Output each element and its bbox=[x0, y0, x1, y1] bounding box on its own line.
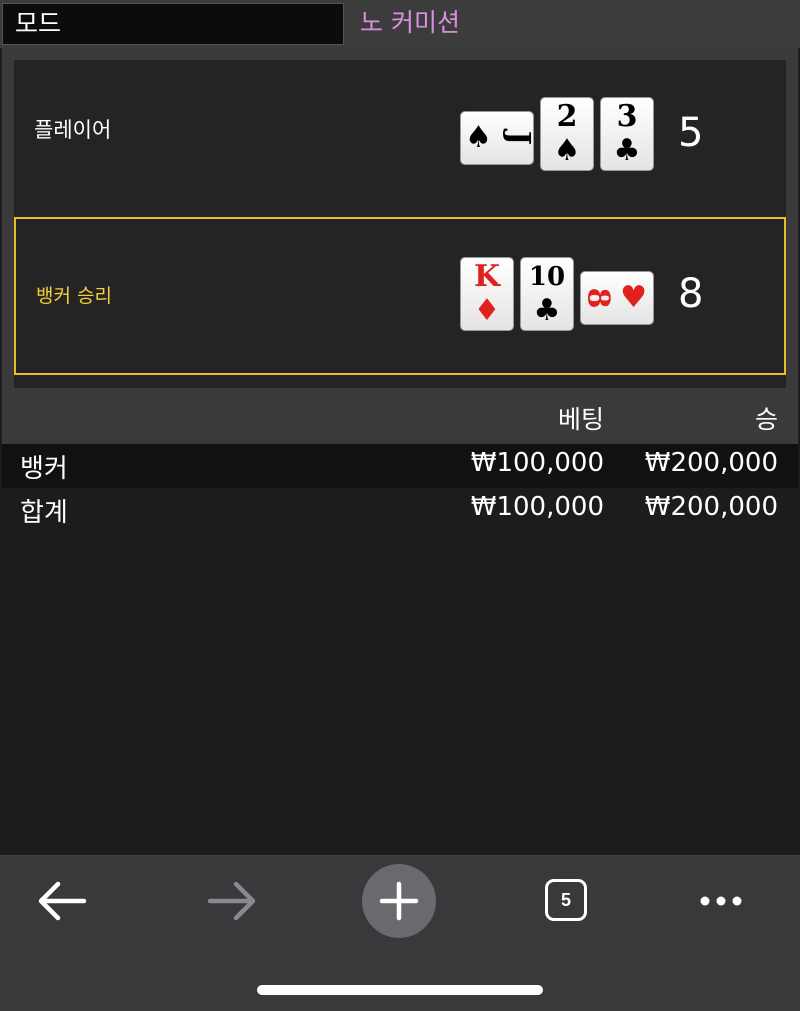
bet-table-header: 베팅 승 bbox=[2, 388, 798, 444]
player-label: 플레이어 bbox=[34, 118, 112, 142]
plus-icon bbox=[379, 881, 419, 921]
card-rank: K bbox=[473, 259, 501, 294]
playing-card: ♠ J bbox=[460, 111, 536, 165]
playing-card: 3 ♣ bbox=[600, 97, 654, 171]
mode-value: 노 커미션 bbox=[360, 8, 460, 37]
bet-column-header: 베팅 bbox=[557, 405, 604, 434]
banker-score: 8 bbox=[678, 271, 704, 317]
banker-label: 뱅커 승리 bbox=[36, 285, 112, 307]
card-rank: J bbox=[500, 130, 536, 146]
more-dots-icon bbox=[700, 896, 742, 906]
table-row: 뱅커 ₩100,000 ₩200,000 bbox=[2, 444, 798, 490]
card-suit: ♣ bbox=[533, 293, 561, 328]
win-amount: ₩200,000 bbox=[644, 448, 778, 478]
playing-card: K ♦ bbox=[460, 257, 514, 331]
back-arrow-icon bbox=[38, 881, 87, 921]
card-rank: 10 bbox=[528, 262, 566, 292]
total-win-amount: ₩200,000 bbox=[644, 492, 778, 522]
forward-button[interactable] bbox=[186, 866, 276, 936]
home-indicator bbox=[257, 985, 543, 995]
new-tab-button[interactable] bbox=[362, 864, 436, 938]
bet-name: 뱅커 bbox=[20, 454, 68, 484]
player-score: 5 bbox=[678, 110, 704, 156]
card-rank: 3 bbox=[616, 99, 638, 134]
card-suit: ♥ bbox=[620, 280, 647, 315]
card-suit: ♦ bbox=[473, 293, 501, 328]
tabs-button[interactable]: 5 bbox=[522, 866, 612, 936]
mode-row: 모드 노 커미션 bbox=[0, 0, 800, 48]
card-suit: ♣ bbox=[613, 133, 641, 168]
card-rank: 2 bbox=[556, 99, 578, 134]
more-button[interactable] bbox=[676, 866, 766, 936]
card-suit: ♠ bbox=[553, 133, 581, 168]
app-root: 모드 노 커미션 플레이어 ♠ J 2 ♠ 3 ♣ 5 뱅커 승리 K ♦ 10… bbox=[0, 0, 800, 1011]
forward-arrow-icon bbox=[207, 881, 256, 921]
playing-card: 10 ♣ bbox=[520, 257, 574, 331]
total-row: 합계 ₩100,000 ₩200,000 bbox=[2, 488, 798, 532]
card-rank: 8 bbox=[580, 287, 616, 309]
playing-card: 8 ♥ bbox=[580, 271, 654, 325]
mode-label: 모드 bbox=[2, 3, 344, 45]
playing-card: 2 ♠ bbox=[540, 97, 594, 171]
tab-count: 5 bbox=[545, 879, 587, 921]
total-bet-amount: ₩100,000 bbox=[470, 492, 604, 522]
back-button[interactable] bbox=[18, 866, 108, 936]
win-column-header: 승 bbox=[754, 405, 778, 434]
total-label: 합계 bbox=[20, 498, 68, 528]
bet-amount: ₩100,000 bbox=[470, 448, 604, 478]
result-panel: 플레이어 ♠ J 2 ♠ 3 ♣ 5 뱅커 승리 K ♦ 10 ♣ 8 ♥ 8 bbox=[2, 48, 798, 388]
player-hand-row: 플레이어 ♠ J 2 ♠ 3 ♣ 5 bbox=[14, 60, 786, 216]
banker-hand-row: 뱅커 승리 K ♦ 10 ♣ 8 ♥ 8 bbox=[14, 217, 786, 375]
card-suit: ♠ bbox=[465, 120, 492, 155]
result-inner: 플레이어 ♠ J 2 ♠ 3 ♣ 5 뱅커 승리 K ♦ 10 ♣ 8 ♥ 8 bbox=[14, 60, 786, 388]
